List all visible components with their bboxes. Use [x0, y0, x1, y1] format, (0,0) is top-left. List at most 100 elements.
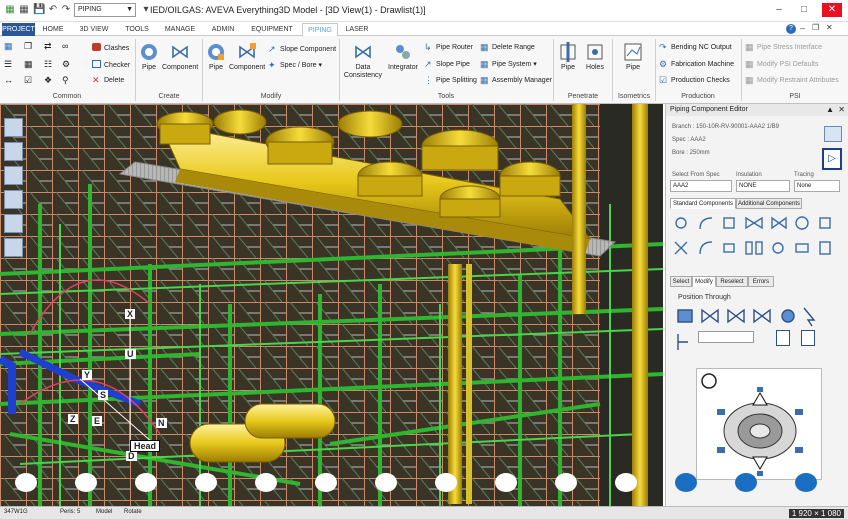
link-icon[interactable]: ∞ — [62, 42, 68, 51]
status-rotate: Rotate — [124, 509, 142, 515]
save-icon[interactable]: 💾 — [33, 4, 45, 16]
separator — [655, 39, 656, 101]
penetrate-pipe-button[interactable]: Pipe — [556, 42, 580, 72]
production-checks-button[interactable]: ☑ Production Checks — [659, 76, 730, 85]
measure-icon[interactable]: ↔ — [4, 76, 13, 85]
modify-pipe-button[interactable]: Pipe — [205, 42, 227, 72]
slope-icon: ↗ — [268, 44, 276, 54]
router-icon: ↳ — [424, 42, 432, 52]
checks-icon: ☑ — [659, 75, 668, 85]
select-icon[interactable]: ▦ — [4, 42, 13, 51]
indicator-dot — [15, 473, 37, 492]
component-palette[interactable] — [672, 214, 842, 264]
resolution-badge: 1 920 × 1 080 — [788, 509, 844, 518]
view-fit-icon[interactable] — [4, 166, 23, 185]
create-pipe-button[interactable]: Pipe — [138, 42, 160, 72]
3d-viewport[interactable]: X U Y S Z E N D Head — [0, 104, 663, 510]
view-orbit-icon[interactable] — [4, 214, 23, 233]
tab-laser[interactable]: LASER — [342, 23, 372, 36]
isometrics-pipe-button[interactable]: Pipe — [618, 42, 648, 72]
indicator-dot — [135, 473, 157, 492]
modify-component-button[interactable]: Component — [229, 42, 265, 72]
integrator-icon — [396, 45, 410, 59]
tab-standard-components[interactable]: Standard Components — [670, 198, 736, 209]
tab-equipment[interactable]: EQUIPMENT — [248, 23, 296, 36]
apply-icon[interactable] — [776, 330, 790, 346]
redo-icon[interactable]: ↷ — [60, 4, 72, 16]
list-icon[interactable]: ☰ — [4, 60, 12, 69]
tab-piping[interactable]: PIPING — [302, 23, 338, 36]
head-label[interactable]: Head — [130, 440, 161, 452]
position-through-input[interactable] — [698, 331, 754, 343]
fabrication-machine-button[interactable]: ⚙ Fabrication Machine — [659, 60, 734, 69]
minimize-ribbon-icon[interactable]: – — [800, 23, 805, 33]
pipe-stress-interface-button[interactable]: ▦ Pipe Stress Interface — [745, 43, 822, 52]
checker-button[interactable]: Checker — [92, 60, 130, 70]
spec-select[interactable]: AAA2 — [670, 180, 732, 192]
pipe-router-button[interactable]: ↳ Pipe Router — [424, 43, 473, 52]
close-button[interactable]: ✕ — [822, 3, 842, 17]
bending-nc-button[interactable]: ↷ Bending NC Output — [659, 43, 732, 52]
tab-manage[interactable]: MANAGE — [160, 23, 200, 36]
tab-home[interactable]: HOME — [38, 23, 68, 36]
copy-icon[interactable]: ❐ — [24, 42, 32, 51]
tab-additional-components[interactable]: Additional Components — [736, 198, 802, 209]
branch-navigate-icon[interactable] — [824, 126, 842, 142]
panel-close-icon[interactable]: ✕ — [838, 105, 845, 114]
help-icon[interactable]: ? — [786, 24, 796, 34]
undo-icon[interactable]: ↶ — [47, 4, 59, 16]
delete-button[interactable]: ✕ Delete — [92, 76, 124, 85]
tab-errors[interactable]: Errors — [748, 276, 774, 287]
axis-label-s: S — [98, 390, 109, 400]
move-icon[interactable]: ⇄ — [44, 42, 52, 51]
assembly-manager-button[interactable]: ▦ Assembly Manager — [480, 76, 552, 85]
integrator-button[interactable]: Integrator — [385, 42, 421, 72]
tag-icon[interactable]: ❖ — [44, 76, 52, 85]
tab-modify[interactable]: Modify — [692, 276, 716, 287]
tab-reselect[interactable]: Reselect — [716, 276, 748, 287]
view-zoom-icon[interactable] — [4, 118, 23, 137]
query-icon[interactable]: ⚲ — [62, 76, 69, 85]
spec-bore-button[interactable]: ✦ Spec / Bore ▾ — [268, 61, 322, 70]
modify-restraint-button[interactable]: ▦ Modify Restraint Attributes — [745, 76, 839, 85]
pipe-splitting-button[interactable]: ⋮ Pipe Splitting — [424, 76, 477, 85]
tree-icon[interactable]: ☷ — [44, 60, 52, 69]
grid-icon[interactable]: ▦ — [18, 4, 30, 16]
close-doc-icon[interactable]: ✕ — [826, 23, 833, 32]
minimize-button[interactable]: – — [770, 3, 788, 17]
checklist-icon[interactable]: ☑ — [24, 76, 32, 85]
axis-label-d: D — [126, 451, 137, 461]
project-select[interactable]: PIPING ▼ — [74, 3, 136, 17]
modify-psi-defaults-button[interactable]: ▦ Modify PSI Defaults — [745, 60, 818, 69]
tab-3d-view[interactable]: 3D VIEW — [75, 23, 113, 36]
delete-range-button[interactable]: ▦ Delete Range — [480, 43, 535, 52]
holes-button[interactable]: Holes — [582, 42, 608, 72]
piping-component-editor: Piping Component Editor ▲ ✕ Branch : 150… — [665, 104, 848, 510]
view-section-icon[interactable] — [4, 190, 23, 209]
tab-tools[interactable]: TOOLS — [120, 23, 154, 36]
direction-widget[interactable] — [696, 368, 822, 480]
indicator-dot — [375, 473, 397, 492]
tracing-select[interactable]: None — [794, 180, 840, 192]
view-walk-icon[interactable] — [4, 142, 23, 161]
table-icon[interactable]: ▦ — [24, 60, 33, 69]
data-consistency-button[interactable]: Data Consistency — [343, 42, 383, 80]
insulation-select[interactable]: NONE — [736, 180, 790, 192]
tab-admin[interactable]: ADMIN — [206, 23, 240, 36]
pin-icon[interactable]: ▲ — [826, 105, 834, 114]
penetrate-group-label: Penetrate — [567, 93, 599, 100]
tab-select[interactable]: Select — [670, 276, 692, 287]
tab-project[interactable]: PROJECT — [2, 23, 35, 36]
attribute-icon[interactable]: ⚙ — [62, 60, 70, 69]
pipe-system-button[interactable]: ▦ Pipe System ▾ — [480, 60, 537, 69]
slope-component-button[interactable]: ↗ Slope Component — [268, 45, 336, 54]
maximize-button[interactable]: □ — [795, 3, 813, 17]
indicator-dot — [675, 473, 697, 492]
slope-pipe-button[interactable]: ↗ Slope Pipe — [424, 60, 470, 69]
clashes-button[interactable]: Clashes — [92, 43, 129, 53]
view-settings-icon[interactable] — [4, 238, 23, 257]
create-component-button[interactable]: Component — [162, 42, 198, 72]
reset-icon[interactable] — [801, 330, 815, 346]
restore-icon[interactable]: ❐ — [812, 23, 819, 32]
play-icon[interactable]: ▷ — [822, 148, 842, 170]
